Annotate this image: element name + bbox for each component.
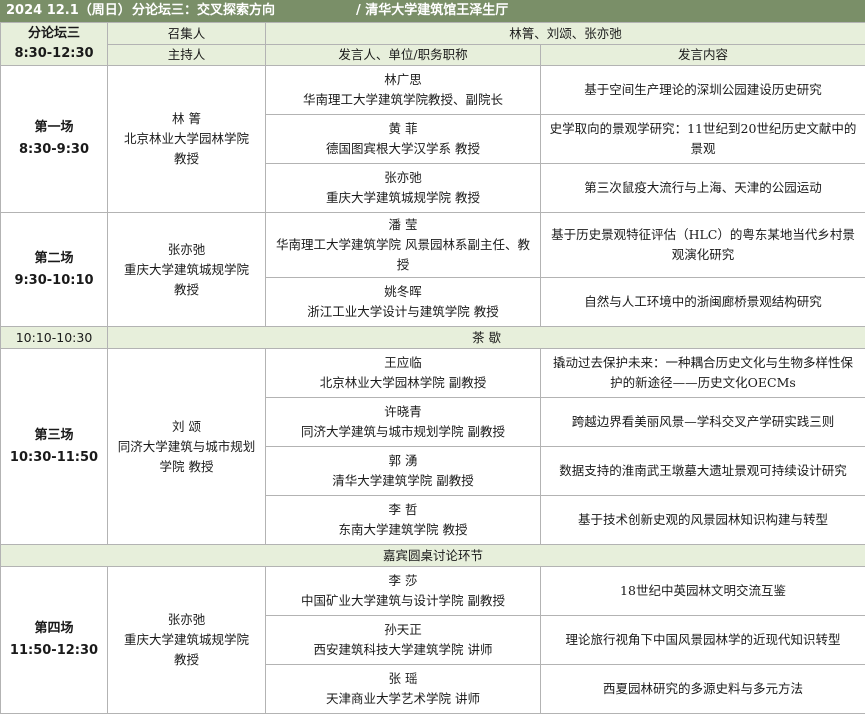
speaker-affiliation: 同济大学建筑与城市规划学院 副教授 bbox=[301, 424, 505, 439]
host-affiliation: 同济大学建筑与城市规划学院 教授 bbox=[117, 438, 256, 474]
speaker-name: 孙天正 bbox=[384, 622, 422, 637]
talk-topic: 撬动过去保护未来：一种耦合历史文化与生物多样性保护的新途径——历史文化OECMs bbox=[539, 348, 865, 398]
speaker-name: 王应临 bbox=[384, 355, 422, 370]
host-title: 教授 bbox=[173, 281, 199, 297]
forum-name: 分论坛三 bbox=[27, 26, 80, 41]
session-3-host: 刘 颂 同济大学建筑与城市规划学院 教授 bbox=[107, 348, 266, 545]
tea-break-time: 10:10-10:30 bbox=[0, 326, 108, 349]
speaker-cell: 郭 湧 清华大学建筑学院 副教授 bbox=[265, 446, 541, 496]
conveners: 林箐、刘颂、张亦弛 bbox=[264, 22, 865, 45]
forum-time: 8:30-12:30 bbox=[14, 46, 94, 61]
speaker-cell: 林广思 华南理工大学建筑学院教授、副院长 bbox=[265, 65, 541, 115]
table-row: 第二场 9:30-10:10 张亦弛 重庆大学建筑城规学院 教授 潘 莹 华南理… bbox=[0, 212, 865, 327]
talk-topic: 跨越边界看美丽风景—学科交叉产学研实践三则 bbox=[539, 397, 865, 447]
session-name: 第二场 bbox=[34, 250, 74, 266]
speaker-name: 许晓青 bbox=[384, 404, 422, 419]
speaker-name: 张亦弛 bbox=[384, 170, 422, 185]
speaker-name: 林广思 bbox=[384, 72, 422, 87]
speaker-cell: 潘 莹 华南理工大学建筑学院 风景园林系副主任、教授 bbox=[265, 212, 541, 278]
speaker-affiliation: 北京林业大学园林学院 副教授 bbox=[319, 375, 487, 390]
talk-topic: 基于技术创新史观的风景园林知识构建与转型 bbox=[539, 495, 865, 545]
table-row: 第三场 10:30-11:50 刘 颂 同济大学建筑与城市规划学院 教授 王应临… bbox=[0, 348, 865, 545]
speaker-cell: 张亦弛 重庆大学建筑城规学院 教授 bbox=[265, 163, 541, 213]
session-name: 第三场 bbox=[34, 427, 74, 443]
tea-break-label: 茶 歇 bbox=[106, 326, 865, 349]
host-name: 张亦弛 bbox=[167, 241, 206, 257]
talk-topic: 18世纪中英园林文明交流互鉴 bbox=[539, 566, 865, 616]
speaker-affiliation: 东南大学建筑学院 教授 bbox=[338, 522, 468, 537]
banner-forum: 分论坛三：交叉探索方向 bbox=[132, 3, 276, 18]
session-name: 第一场 bbox=[34, 120, 74, 135]
talk-topic: 第三次鼠疫大流行与上海、天津的公园运动 bbox=[539, 163, 865, 213]
tea-break-row: 10:10-10:30 茶 歇 bbox=[0, 326, 865, 349]
session-2-host: 张亦弛 重庆大学建筑城规学院 教授 bbox=[107, 212, 266, 327]
roundtable-row: 嘉宾圆桌讨论环节 bbox=[0, 544, 865, 567]
talk-topic: 自然与人工环境中的浙闽廊桥景观结构研究 bbox=[539, 277, 865, 327]
talk-topic: 基于空间生产理论的深圳公园建设历史研究 bbox=[539, 65, 865, 115]
speaker-name: 潘 莹 bbox=[388, 217, 418, 232]
speaker-affiliation: 天津商业大学艺术学院 讲师 bbox=[326, 691, 480, 706]
talk-topic: 基于历史景观特征评估（HLC）的粤东某地当代乡村景观演化研究 bbox=[539, 212, 865, 278]
speaker-affiliation: 中国矿业大学建筑与设计学院 副教授 bbox=[301, 593, 505, 608]
session-4-host: 张亦弛 重庆大学建筑城规学院 教授 bbox=[107, 566, 266, 714]
host-title: 教授 bbox=[173, 151, 199, 166]
host-name: 刘 颂 bbox=[172, 418, 201, 434]
speaker-name: 黄 菲 bbox=[388, 121, 418, 136]
host-name: 林 箐 bbox=[172, 111, 201, 126]
session-name: 第四场 bbox=[34, 621, 74, 636]
speaker-name: 郭 湧 bbox=[388, 453, 418, 468]
host-label: 主持人 bbox=[107, 44, 266, 66]
session-time: 8:30-9:30 bbox=[18, 142, 90, 157]
talk-topic: 理论旅行视角下中国风景园林学的近现代知识转型 bbox=[539, 615, 865, 665]
speaker-name: 张 瑶 bbox=[388, 671, 418, 686]
speaker-name: 李 哲 bbox=[388, 502, 418, 517]
speaker-cell: 张 瑶 天津商业大学艺术学院 讲师 bbox=[265, 664, 541, 714]
speaker-affiliation: 西安建筑科技大学建筑学院 讲师 bbox=[313, 642, 493, 657]
speaker-affiliation: 华南理工大学建筑学院教授、副院长 bbox=[302, 92, 503, 107]
speaker-cell: 孙天正 西安建筑科技大学建筑学院 讲师 bbox=[265, 615, 541, 665]
schedule-table: 分论坛三 8:30-12:30 召集人 林箐、刘颂、张亦弛 主持人 发言人、单位… bbox=[0, 22, 865, 714]
header-row-columns: 主持人 发言人、单位/职务职称 发言内容 bbox=[1, 44, 865, 66]
session-time: 9:30-10:10 bbox=[14, 272, 94, 288]
speaker-cell: 黄 菲 德国图宾根大学汉学系 教授 bbox=[265, 114, 541, 164]
speaker-name: 李 莎 bbox=[388, 573, 418, 588]
talk-topic: 西夏园林研究的多源史料与多元方法 bbox=[539, 664, 865, 714]
talk-topic: 史学取向的景观学研究：11世纪到20世纪历史文献中的景观 bbox=[539, 114, 865, 164]
speaker-cell: 李 哲 东南大学建筑学院 教授 bbox=[265, 495, 541, 545]
speaker-affiliation: 清华大学建筑学院 副教授 bbox=[332, 473, 474, 488]
session-3-cell: 第三场 10:30-11:50 bbox=[0, 348, 108, 545]
convener-label: 召集人 bbox=[107, 22, 266, 45]
content-label: 发言内容 bbox=[539, 44, 865, 66]
session-1-host: 林 箐 北京林业大学园林学院 教授 bbox=[107, 65, 266, 213]
roundtable-label: 嘉宾圆桌讨论环节 bbox=[0, 544, 865, 567]
speaker-cell: 许晓青 同济大学建筑与城市规划学院 副教授 bbox=[265, 397, 541, 447]
forum-name-cell: 分论坛三 8:30-12:30 bbox=[0, 22, 108, 66]
header-row-convener: 分论坛三 8:30-12:30 召集人 林箐、刘颂、张亦弛 bbox=[0, 22, 865, 66]
speaker-name: 姚冬晖 bbox=[384, 284, 422, 299]
table-row: 第四场 11:50-12:30 张亦弛 重庆大学建筑城规学院 教授 李 莎 中国… bbox=[0, 566, 865, 714]
title-banner: 2024 12.1（周日） 分论坛三：交叉探索方向 / 清华大学建筑馆王泽生厅 bbox=[0, 0, 865, 22]
session-time: 10:30-11:50 bbox=[9, 449, 99, 465]
table-row: 第一场 8:30-9:30 林 箐 北京林业大学园林学院 教授 林广思 华南理工… bbox=[0, 65, 865, 213]
session-1-cell: 第一场 8:30-9:30 bbox=[0, 65, 108, 213]
speaker-affiliation: 华南理工大学建筑学院 风景园林系副主任、教授 bbox=[276, 237, 530, 272]
host-affiliation: 重庆大学建筑城规学院 bbox=[123, 632, 249, 647]
host-affiliation: 北京林业大学园林学院 bbox=[123, 131, 249, 146]
talk-topic: 数据支持的淮南武王墩墓大遗址景观可持续设计研究 bbox=[539, 446, 865, 496]
speaker-cell: 王应临 北京林业大学园林学院 副教授 bbox=[265, 348, 541, 398]
banner-date: 2024 12.1（周日） bbox=[6, 3, 131, 18]
host-name: 张亦弛 bbox=[167, 612, 206, 627]
speaker-affiliation: 重庆大学建筑城规学院 教授 bbox=[326, 190, 480, 205]
speaker-label: 发言人、单位/职务职称 bbox=[265, 44, 541, 66]
speaker-cell: 李 莎 中国矿业大学建筑与设计学院 副教授 bbox=[265, 566, 541, 616]
speaker-affiliation: 浙江工业大学设计与建筑学院 教授 bbox=[307, 304, 499, 319]
host-affiliation: 重庆大学建筑城规学院 bbox=[123, 261, 249, 277]
session-2-cell: 第二场 9:30-10:10 bbox=[0, 212, 108, 327]
session-4-cell: 第四场 11:50-12:30 bbox=[0, 566, 108, 714]
session-time: 11:50-12:30 bbox=[9, 643, 99, 658]
speaker-cell: 姚冬晖 浙江工业大学设计与建筑学院 教授 bbox=[265, 277, 541, 327]
speaker-affiliation: 德国图宾根大学汉学系 教授 bbox=[326, 141, 480, 156]
host-title: 教授 bbox=[173, 652, 199, 667]
banner-venue: / 清华大学建筑馆王泽生厅 bbox=[356, 3, 509, 18]
